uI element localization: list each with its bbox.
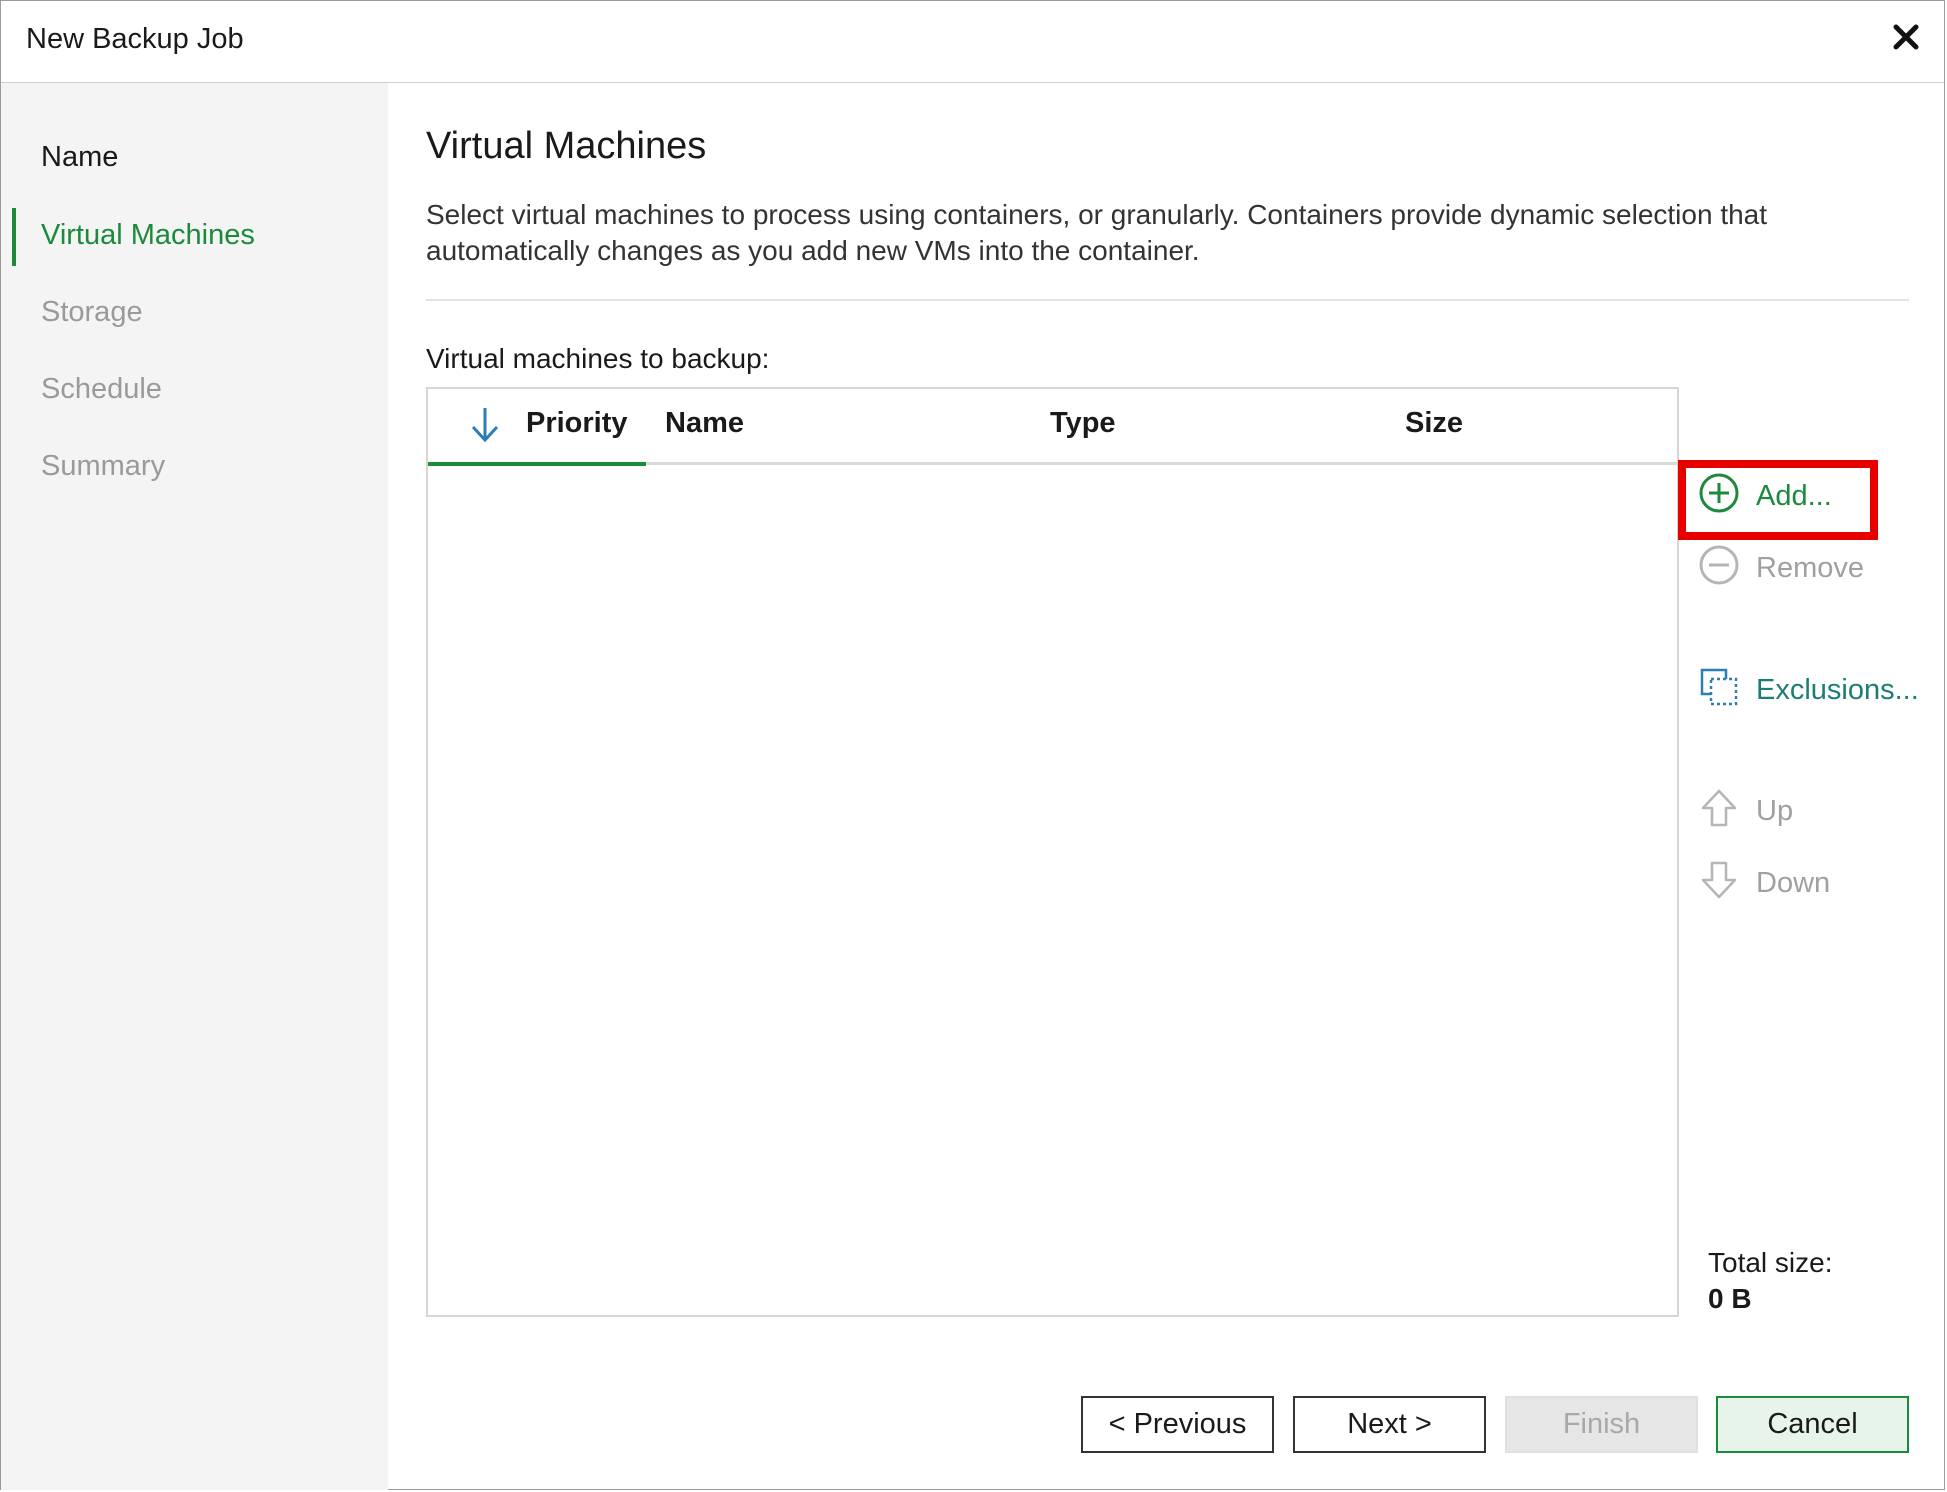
total-size-value: 0 B: [1708, 1283, 1752, 1314]
page-description: Select virtual machines to process using…: [426, 199, 1768, 266]
dialog-title: New Backup Job: [26, 23, 244, 55]
vm-list-table[interactable]: Priority Name Type Size: [426, 387, 1679, 1317]
previous-button[interactable]: < Previous: [1081, 1396, 1274, 1453]
cancel-button[interactable]: Cancel: [1716, 1396, 1909, 1453]
column-name[interactable]: Name: [665, 407, 744, 440]
column-type[interactable]: Type: [1050, 407, 1116, 440]
finish-button[interactable]: Finish: [1505, 1396, 1698, 1453]
down-button-label: Down: [1756, 867, 1831, 899]
wizard-steps-sidebar: Name Virtual Machines Storage Schedule S…: [1, 83, 388, 1490]
active-step-indicator: [12, 208, 16, 266]
divider: [426, 299, 1909, 301]
sorted-column-underline: [428, 462, 646, 466]
step-virtual-machines[interactable]: Virtual Machines: [41, 219, 255, 252]
step-storage[interactable]: Storage: [41, 296, 143, 329]
exclusions-button-label: Exclusions...: [1756, 674, 1919, 706]
table-header: Priority Name Type Size: [428, 389, 1677, 466]
step-summary[interactable]: Summary: [41, 450, 165, 483]
exclusions-icon: [1700, 668, 1738, 706]
minus-circle-icon: [1699, 545, 1739, 585]
arrow-up-icon: [1701, 789, 1737, 827]
arrow-down-icon: [1701, 861, 1737, 899]
up-button-label: Up: [1756, 795, 1794, 827]
column-priority[interactable]: Priority: [526, 407, 628, 440]
plus-circle-icon: [1699, 473, 1739, 513]
title-bar: New Backup Job: [1, 1, 1944, 83]
next-button[interactable]: Next >: [1293, 1396, 1486, 1453]
page-title: Virtual Machines: [426, 125, 707, 167]
add-button-label: Add...: [1756, 480, 1832, 512]
vm-list-label: Virtual machines to backup:: [426, 343, 770, 374]
total-size-label: Total size:: [1708, 1247, 1833, 1278]
remove-button-label: Remove: [1756, 552, 1864, 584]
main-content: Virtual Machines Select virtual machines…: [388, 83, 1944, 1489]
sort-descending-icon: [471, 408, 499, 443]
new-backup-job-dialog: New Backup Job Name Virtual Machines Sto…: [0, 0, 1945, 1490]
column-size[interactable]: Size: [1405, 407, 1463, 440]
close-icon: [1893, 24, 1919, 50]
step-name[interactable]: Name: [41, 141, 118, 174]
step-schedule[interactable]: Schedule: [41, 373, 162, 406]
close-button[interactable]: [1886, 17, 1926, 57]
